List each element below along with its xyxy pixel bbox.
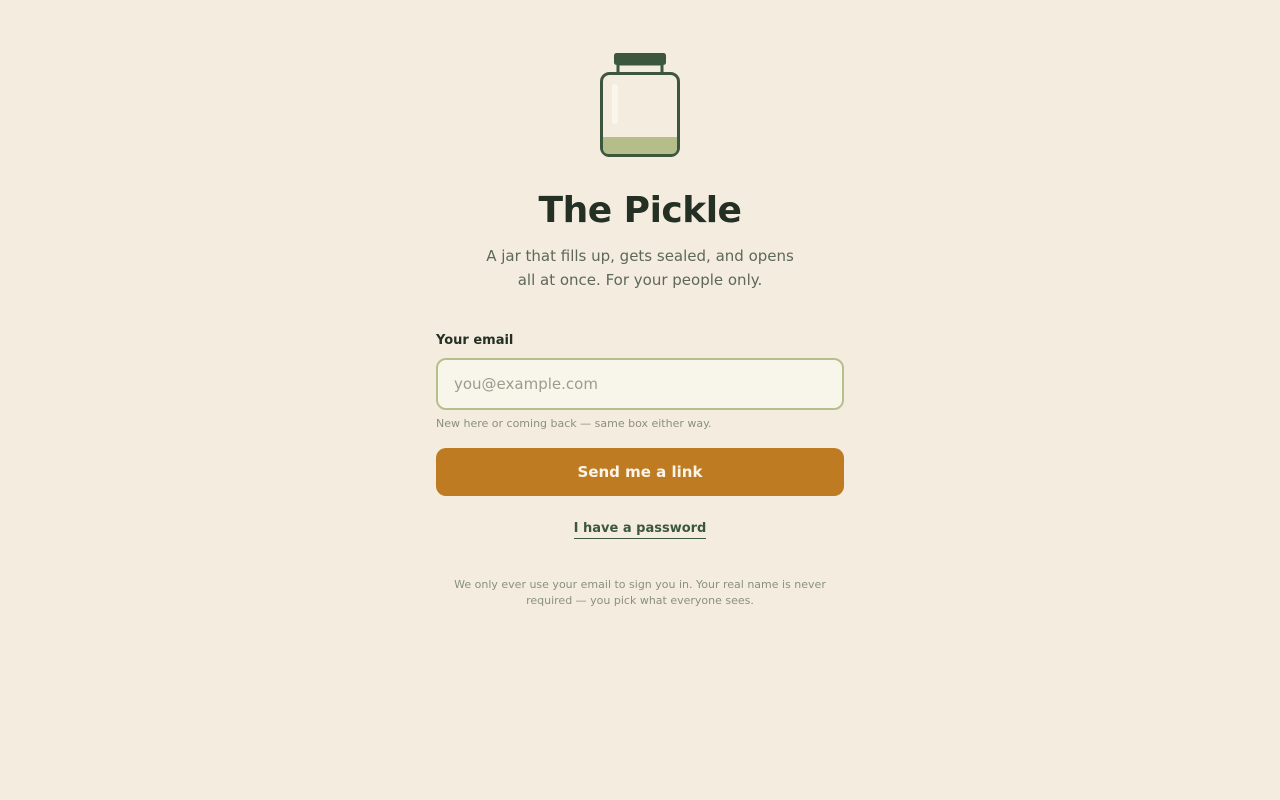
password-link-container: I have a password bbox=[436, 517, 844, 539]
email-label: Your email bbox=[436, 333, 514, 348]
app-tagline: A jar that fills up, gets sealed, and op… bbox=[486, 247, 794, 289]
password-login-link[interactable]: I have a password bbox=[573, 520, 707, 539]
email-field[interactable] bbox=[436, 358, 844, 410]
email-hint: New here or coming back — same box eithe… bbox=[436, 417, 712, 430]
send-link-button[interactable]: Send me a link bbox=[436, 448, 844, 496]
pickle-jar-icon bbox=[600, 53, 680, 157]
login-form: Your email New here or coming back — sam… bbox=[436, 332, 844, 539]
app-title: The Pickle bbox=[538, 190, 742, 231]
login-page: The Pickle A jar that fills up, gets sea… bbox=[0, 0, 1280, 800]
privacy-note: We only ever use your email to sign you … bbox=[454, 578, 826, 607]
